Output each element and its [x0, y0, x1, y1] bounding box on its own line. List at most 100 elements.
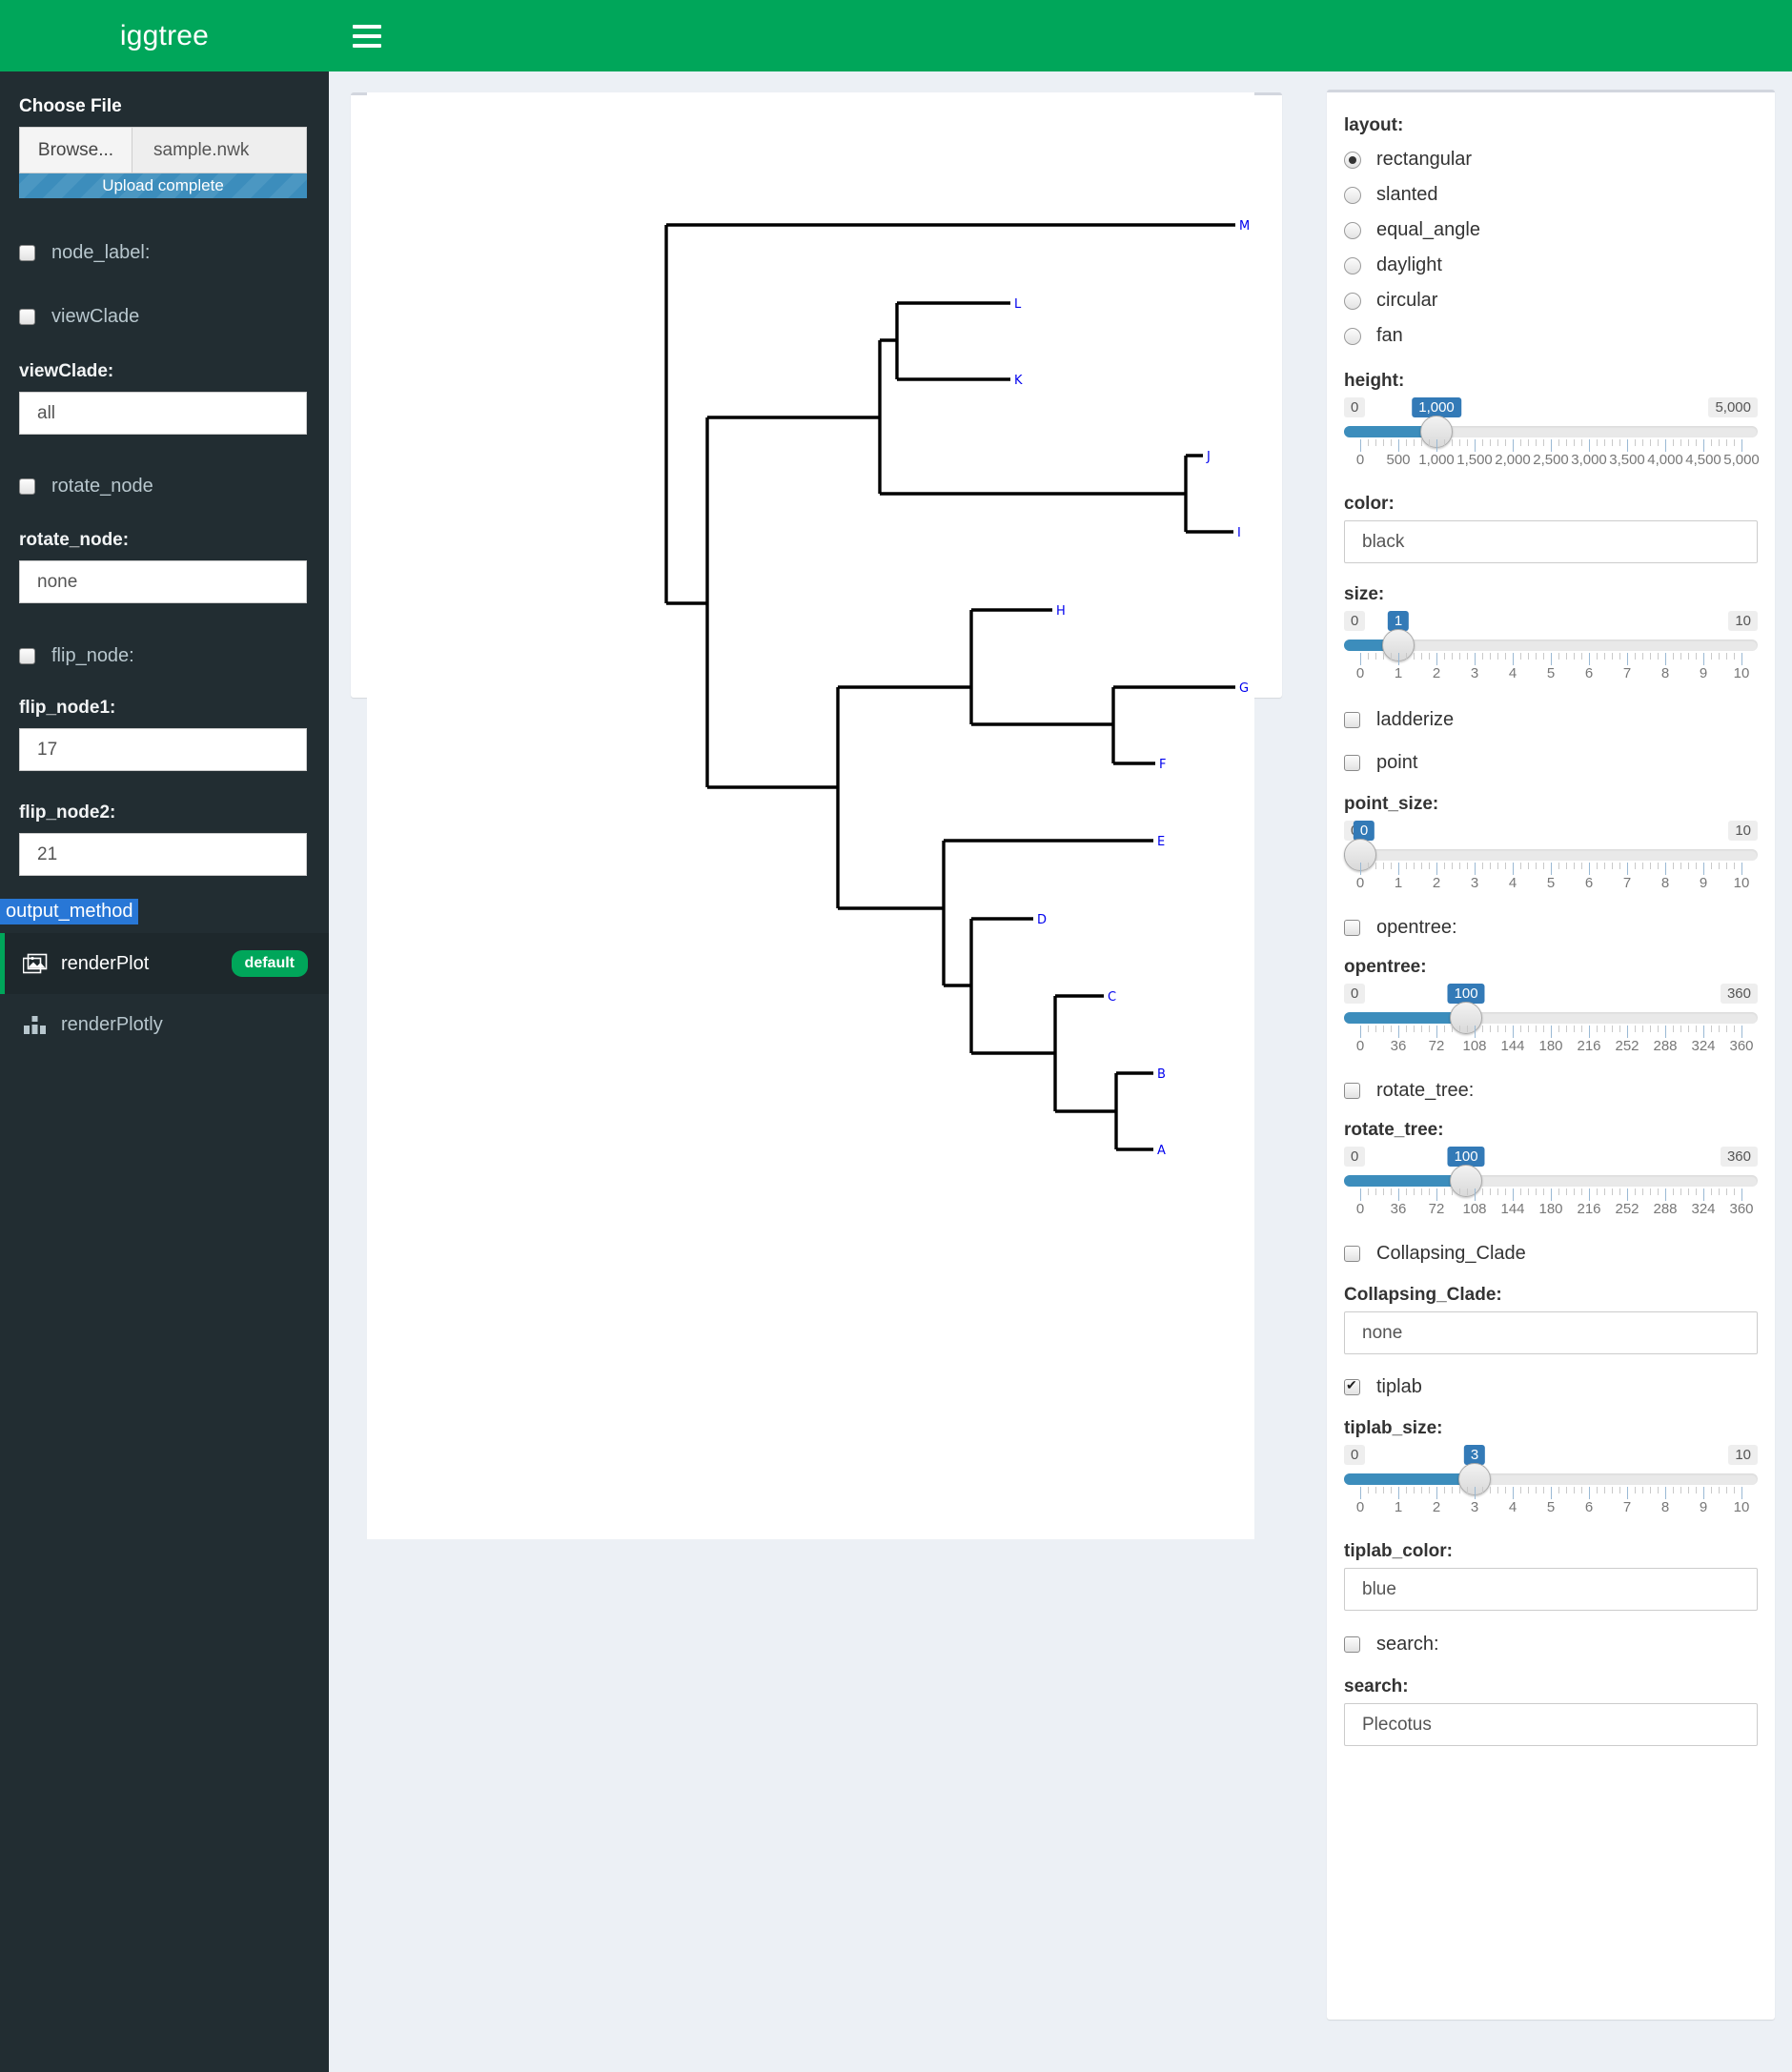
browse-button[interactable]: Browse...	[20, 128, 132, 173]
slider-tick	[1391, 863, 1392, 869]
radio-button[interactable]	[1344, 292, 1361, 310]
checkbox-box[interactable]	[1344, 1635, 1360, 1653]
layout-radio-fan[interactable]: fan	[1344, 318, 1758, 354]
hamburger-icon[interactable]	[353, 24, 381, 48]
phylogenetic-tree-plot[interactable]: M L K J I H G F E D C B A	[367, 92, 1254, 1539]
slider-tick	[1650, 1026, 1651, 1032]
checkbox-box[interactable]	[19, 478, 35, 495]
slider-tick	[1421, 439, 1422, 446]
tiplab-color-input[interactable]: blue	[1344, 1568, 1758, 1611]
size-slider[interactable]: 0 1 10 0 1 2 3 4 5 6 7 8 9 10	[1344, 611, 1758, 686]
checkbox-box[interactable]	[19, 309, 35, 325]
checkbox-point[interactable]: point	[1344, 746, 1758, 779]
checkbox-view-clade[interactable]: viewClade	[19, 306, 310, 328]
slider-track[interactable]	[1344, 629, 1758, 661]
radio-button[interactable]	[1344, 186, 1361, 204]
menu-item-render-plotly[interactable]: renderPlotly	[0, 994, 329, 1055]
flip-node2-label: flip_node2:	[19, 802, 116, 823]
checkbox-search[interactable]: search:	[1344, 1628, 1758, 1660]
slider-tick	[1482, 439, 1483, 446]
checkbox-opentree[interactable]: opentree:	[1344, 911, 1758, 944]
rotate-node-input[interactable]: none	[19, 560, 307, 603]
checkbox-box[interactable]	[1344, 1377, 1360, 1395]
slider-tick	[1734, 1487, 1735, 1493]
checkbox-box[interactable]	[1344, 711, 1360, 728]
slider-tick	[1665, 1026, 1666, 1038]
opentree-slider[interactable]: 0 100 360 0 36 72 108 144 180 216 252 288 324 360	[1344, 984, 1758, 1059]
color-input[interactable]: black	[1344, 520, 1758, 563]
layout-radio-group[interactable]: rectangular slanted equal_angle daylight cir…	[1344, 142, 1758, 354]
slider-captions: 0 100 360	[1344, 984, 1758, 1006]
checkbox-rotate-tree[interactable]: rotate_tree:	[1344, 1074, 1758, 1107]
menu-item-render-plot[interactable]: renderPlot default	[0, 933, 329, 994]
slider-tick	[1429, 1487, 1430, 1493]
slider-tick	[1391, 439, 1392, 446]
checkbox-rotate-node[interactable]: rotate_node	[19, 476, 310, 498]
slider-tick	[1673, 653, 1674, 660]
checkbox-tiplab[interactable]: tiplab	[1344, 1371, 1758, 1403]
slider-tick-label: 3	[1470, 875, 1479, 891]
view-clade-input[interactable]: all	[19, 392, 307, 435]
slider-tick	[1528, 1026, 1529, 1032]
slider-tick-label: 108	[1462, 1038, 1487, 1054]
checkbox-collapsing-clade[interactable]: Collapsing_Clade	[1344, 1237, 1758, 1270]
tiplab-size-slider[interactable]: 0 3 10 0 1 2 3 4 5 6 7 8 9 10	[1344, 1445, 1758, 1520]
slider-ticks	[1344, 439, 1758, 452]
checkbox-ladderize[interactable]: ladderize	[1344, 703, 1758, 736]
radio-button[interactable]	[1344, 327, 1361, 345]
checkbox-box[interactable]	[19, 648, 35, 664]
slider-tick	[1398, 653, 1399, 665]
slider-track[interactable]	[1344, 1463, 1758, 1495]
slider-tick	[1711, 1188, 1712, 1195]
slider-tick	[1574, 863, 1575, 869]
checkbox-box[interactable]	[1344, 754, 1360, 771]
checkbox-flip-node[interactable]: flip_node:	[19, 645, 310, 667]
slider-tick-label: 3	[1470, 665, 1479, 681]
slider-tick	[1452, 1188, 1453, 1195]
collapsing-clade-input[interactable]: none	[1344, 1311, 1758, 1354]
rotate-tree-slider[interactable]: 0 100 360 0 36 72 108 144 180 216 252 288 324 360	[1344, 1147, 1758, 1222]
file-input-row[interactable]: Browse... sample.nwk	[19, 127, 307, 173]
slider-tick	[1406, 1487, 1407, 1493]
point-size-label: point_size:	[1344, 794, 1439, 814]
layout-radio-equal_angle[interactable]: equal_angle	[1344, 213, 1758, 248]
slider-tick-label: 216	[1577, 1038, 1601, 1054]
slider-tick	[1475, 439, 1476, 452]
checkbox-box[interactable]	[19, 245, 35, 261]
slider-track[interactable]	[1344, 839, 1758, 871]
app-logo[interactable]: iggtree	[0, 0, 329, 71]
slider-track[interactable]	[1344, 416, 1758, 448]
point-size-slider[interactable]: 0010012345678910	[1344, 821, 1758, 896]
tip-label-J: J	[1206, 450, 1211, 464]
slider-tick	[1436, 653, 1437, 665]
slider-tick-label: 72	[1428, 1038, 1445, 1054]
layout-radio-slanted[interactable]: slanted	[1344, 177, 1758, 213]
search-input[interactable]: Plecotus	[1344, 1703, 1758, 1746]
checkbox-node-label[interactable]: node_label:	[19, 242, 310, 264]
slider-tick-labels: 0 500 1,000 1,500 2,000 2,500 3,000 3,500 4,000 4…	[1344, 452, 1760, 473]
flip-node1-input[interactable]: 17	[19, 728, 307, 771]
slider-tick	[1650, 653, 1651, 660]
checkbox-box[interactable]	[1344, 1082, 1360, 1099]
radio-label: slanted	[1376, 184, 1438, 205]
slider-track[interactable]	[1344, 1002, 1758, 1034]
radio-button[interactable]	[1344, 221, 1361, 239]
slider-value-label: 1,000	[1412, 397, 1461, 417]
checkbox-box[interactable]	[1344, 919, 1360, 936]
slider-tick	[1726, 439, 1727, 446]
radio-button[interactable]	[1344, 151, 1361, 169]
slider-track[interactable]	[1344, 1165, 1758, 1197]
layout-radio-rectangular[interactable]: rectangular	[1344, 142, 1758, 177]
slider-tick	[1467, 439, 1468, 446]
output-method-header: output_method	[0, 899, 139, 924]
radio-button[interactable]	[1344, 256, 1361, 274]
checkbox-box[interactable]	[1344, 1245, 1360, 1262]
slider-tick	[1513, 863, 1514, 875]
flip-node2-input[interactable]: 21	[19, 833, 307, 876]
slider-tick	[1612, 863, 1613, 869]
height-slider[interactable]: 0 1,000 5,000 0 500 1,000 1,500 2,000 2,500 3,000…	[1344, 397, 1760, 473]
slider-tick	[1497, 1188, 1498, 1195]
layout-radio-circular[interactable]: circular	[1344, 283, 1758, 318]
layout-radio-daylight[interactable]: daylight	[1344, 248, 1758, 283]
file-input-group[interactable]: Browse... sample.nwk Upload complete	[19, 127, 307, 198]
